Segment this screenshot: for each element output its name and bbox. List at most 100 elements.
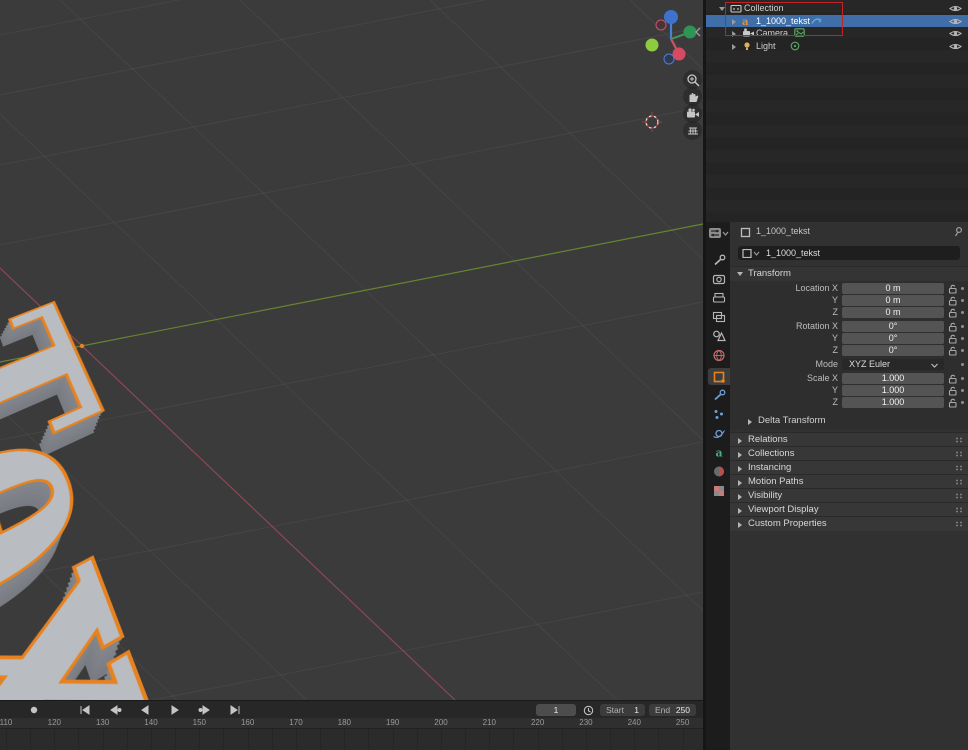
motion-paths-panel-header[interactable]: Motion Paths — [730, 474, 968, 489]
panel-drag-dots[interactable] — [955, 507, 963, 513]
animate-decorator-dot[interactable] — [961, 401, 964, 404]
properties-tab-physics[interactable] — [708, 425, 730, 442]
visibility-panel-header[interactable]: Visibility — [730, 488, 968, 503]
lock-icon[interactable] — [948, 398, 958, 410]
editor-type-button[interactable] — [708, 226, 729, 240]
timeline-ruler[interactable]: 1101201301401501601701801902002102202302… — [0, 718, 703, 728]
animate-decorator-dot[interactable] — [961, 311, 964, 314]
properties-tab-texture[interactable] — [708, 482, 730, 499]
current-frame-field[interactable]: 1 — [536, 704, 576, 716]
track-gridline — [586, 729, 587, 750]
pin-icon[interactable] — [952, 226, 963, 237]
lock-icon[interactable] — [948, 374, 958, 386]
delta-transform-label: Delta Transform — [758, 415, 826, 426]
transform-panel-header[interactable]: Transform — [730, 266, 968, 281]
properties-tab-material[interactable] — [708, 463, 730, 480]
animate-decorator-dot[interactable] — [961, 363, 964, 366]
custom-properties-panel-header[interactable]: Custom Properties — [730, 516, 968, 531]
location-location-x-row: Location X0 m — [730, 283, 968, 294]
viewport-display-panel-header[interactable]: Viewport Display — [730, 502, 968, 517]
location-z-field[interactable]: 0 m — [842, 307, 944, 318]
scale-z-field[interactable]: 1.000 — [842, 397, 944, 408]
animate-decorator-dot[interactable] — [961, 349, 964, 352]
animate-decorator-dot[interactable] — [961, 389, 964, 392]
collections-panel-header[interactable]: Collections — [730, 446, 968, 461]
animate-decorator-dot[interactable] — [961, 377, 964, 380]
lock-icon[interactable] — [948, 296, 958, 308]
panel-drag-dots[interactable] — [955, 493, 963, 499]
outliner-item-label: Camera — [756, 27, 788, 39]
play-button[interactable] — [162, 704, 188, 716]
properties-editor-icon — [708, 226, 729, 240]
play-reverse-button[interactable] — [132, 704, 158, 716]
breadcrumb-object-name[interactable]: 1_1000_tekst — [756, 226, 810, 236]
outliner-row-collection[interactable]: Collection — [706, 2, 968, 15]
scale-x-field[interactable]: 1.000 — [842, 373, 944, 384]
light-object-icon — [742, 41, 752, 54]
frame-end-field[interactable]: End 250 — [649, 704, 696, 716]
location-y-field[interactable]: 0 m — [842, 295, 944, 306]
rotation-mode-dropdown[interactable]: XYZ Euler — [842, 359, 944, 370]
frame-start-field[interactable]: Start 1 — [600, 704, 645, 716]
lock-icon[interactable] — [948, 322, 958, 334]
use-preview-range-button[interactable] — [580, 704, 596, 716]
properties-tab-modifiers[interactable] — [708, 387, 730, 404]
lock-icon[interactable] — [948, 334, 958, 346]
instancing-panel-header[interactable]: Instancing — [730, 460, 968, 475]
rotation-z-field[interactable]: 0° — [842, 345, 944, 356]
disclosure-closed-icon[interactable] — [730, 42, 738, 54]
track-gridline — [610, 729, 611, 750]
rotation-y-field[interactable]: 0° — [842, 333, 944, 344]
previous-keyframe-button[interactable] — [102, 704, 128, 716]
auto-keying-button[interactable] — [26, 704, 42, 716]
properties-tab-object[interactable] — [708, 368, 730, 385]
panel-drag-dots[interactable] — [955, 479, 963, 485]
text-object-label[interactable]: Text — [0, 290, 338, 700]
properties-tab-object-data[interactable]: a — [708, 444, 730, 461]
relations-panel-header[interactable]: Relations — [730, 432, 968, 447]
timeline-editor[interactable]: 1 Start 1 End 250 1101201301401501601701… — [0, 700, 703, 750]
properties-tab-column: a — [706, 222, 730, 750]
jump-to-end-button[interactable] — [222, 704, 248, 716]
hide-in-viewport-toggle[interactable] — [949, 42, 962, 54]
rotation-x-field[interactable]: 0° — [842, 321, 944, 332]
scale-y-field[interactable]: 1.000 — [842, 385, 944, 396]
panel-drag-dots[interactable] — [955, 521, 963, 527]
animate-decorator-dot[interactable] — [961, 287, 964, 290]
properties-tab-view-layer[interactable] — [708, 309, 730, 326]
properties-tab-world[interactable] — [708, 347, 730, 364]
animate-decorator-dot[interactable] — [961, 337, 964, 340]
timeline-tracks[interactable] — [0, 728, 703, 750]
region-expand-arrow[interactable] — [694, 26, 702, 38]
properties-tab-tool[interactable] — [708, 252, 730, 269]
rotation-z-row: Z0° — [730, 345, 968, 356]
animate-decorator-dot[interactable] — [961, 325, 964, 328]
panel-drag-dots[interactable] — [955, 465, 963, 471]
outliner-editor[interactable]: Collectiona1_1000_tekstCameraLight — [706, 0, 968, 222]
outliner-row-1-1000-tekst[interactable]: a1_1000_tekst — [706, 15, 968, 28]
3d-viewport[interactable]: Text — [0, 0, 703, 700]
text-object-3d[interactable]: Text — [0, 140, 703, 700]
outliner-row-light[interactable]: Light — [706, 40, 968, 53]
disclosure-closed-icon — [746, 418, 754, 426]
toggle-perspective-button[interactable] — [683, 121, 702, 140]
object-name-field[interactable]: 1_1000_tekst — [738, 246, 960, 260]
lock-icon[interactable] — [948, 284, 958, 296]
panel-drag-dots[interactable] — [955, 437, 963, 443]
delta-transform-panel-header[interactable]: Delta Transform — [730, 415, 968, 428]
object-type-dropdown-icon[interactable] — [742, 249, 762, 258]
lock-icon[interactable] — [948, 386, 958, 398]
properties-tab-particles[interactable] — [708, 406, 730, 423]
lock-icon[interactable] — [948, 308, 958, 320]
next-keyframe-button[interactable] — [192, 704, 218, 716]
location-x-field[interactable]: 0 m — [842, 283, 944, 294]
properties-tab-scene[interactable] — [708, 328, 730, 345]
properties-tab-render[interactable] — [708, 271, 730, 288]
lock-icon[interactable] — [948, 346, 958, 358]
animate-decorator-dot[interactable] — [961, 299, 964, 302]
outliner-row-camera[interactable]: Camera — [706, 27, 968, 40]
properties-tab-output[interactable] — [708, 290, 730, 307]
panel-drag-dots[interactable] — [955, 451, 963, 457]
jump-to-start-button[interactable] — [72, 704, 98, 716]
track-gridline — [272, 729, 273, 750]
